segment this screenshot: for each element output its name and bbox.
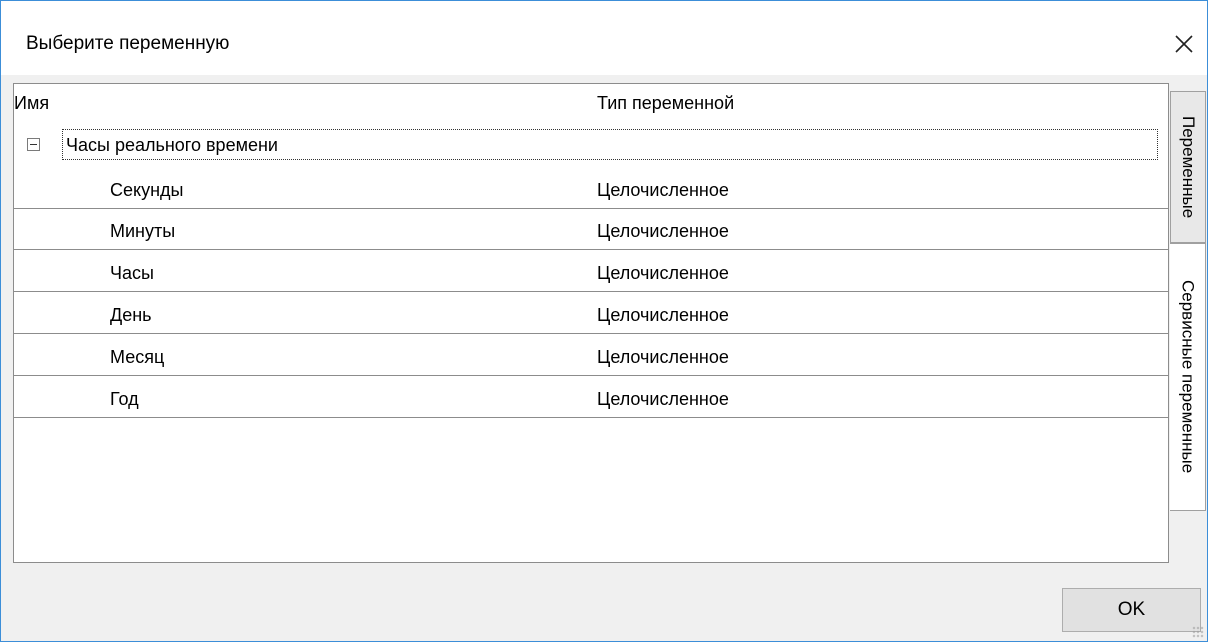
variables-tree[interactable]: Имя Тип переменной Часы реального времен…	[13, 83, 1169, 563]
table-row[interactable]: Часы Целочисленное	[14, 252, 1168, 292]
table-row[interactable]: Месяц Целочисленное	[14, 336, 1168, 376]
close-button[interactable]	[1161, 21, 1207, 67]
variable-type: Целочисленное	[597, 347, 729, 367]
variable-type: Целочисленное	[597, 180, 729, 200]
tree-group-row[interactable]: Часы реального времени	[18, 129, 1163, 160]
ok-button[interactable]: OK	[1062, 588, 1201, 632]
dialog-title: Выберите переменную	[26, 33, 230, 54]
tab-service-variables[interactable]: Сервисные переменные	[1170, 243, 1206, 511]
variable-name: Часы	[110, 263, 154, 283]
variable-name: Минуты	[110, 221, 176, 241]
variable-type: Целочисленное	[597, 221, 729, 241]
variable-name: Месяц	[110, 347, 165, 367]
select-variable-dialog: Выберите переменную Имя Тип переменной Ч…	[0, 0, 1208, 642]
variable-type: Целочисленное	[597, 305, 729, 325]
side-tab-strip: Переменные Сервисные переменные	[1170, 83, 1207, 563]
close-icon	[1175, 35, 1193, 53]
table-row[interactable]: Год Целочисленное	[14, 378, 1168, 418]
title-bar: Выберите переменную	[1, 1, 1207, 75]
variable-name: Секунды	[110, 180, 184, 200]
table-row[interactable]: Минуты Целочисленное	[14, 210, 1168, 250]
tab-variables[interactable]: Переменные	[1170, 91, 1206, 243]
column-header-name[interactable]: Имя	[14, 93, 49, 114]
table-row[interactable]: День Целочисленное	[14, 294, 1168, 334]
variable-type: Целочисленное	[597, 389, 729, 409]
column-header-type[interactable]: Тип переменной	[597, 93, 734, 114]
variable-type: Целочисленное	[597, 263, 729, 283]
resize-grip-icon[interactable]	[1192, 626, 1204, 638]
tab-variables-label: Переменные	[1179, 115, 1198, 219]
tab-service-variables-label: Сервисные переменные	[1178, 280, 1198, 474]
table-row[interactable]: Секунды Целочисленное	[14, 169, 1168, 209]
variable-name: Год	[110, 389, 139, 409]
tree-group-label: Часы реального времени	[66, 135, 278, 155]
variable-name: День	[110, 305, 152, 325]
collapse-icon[interactable]	[27, 138, 40, 151]
tree-group-selection: Часы реального времени	[62, 129, 1158, 160]
